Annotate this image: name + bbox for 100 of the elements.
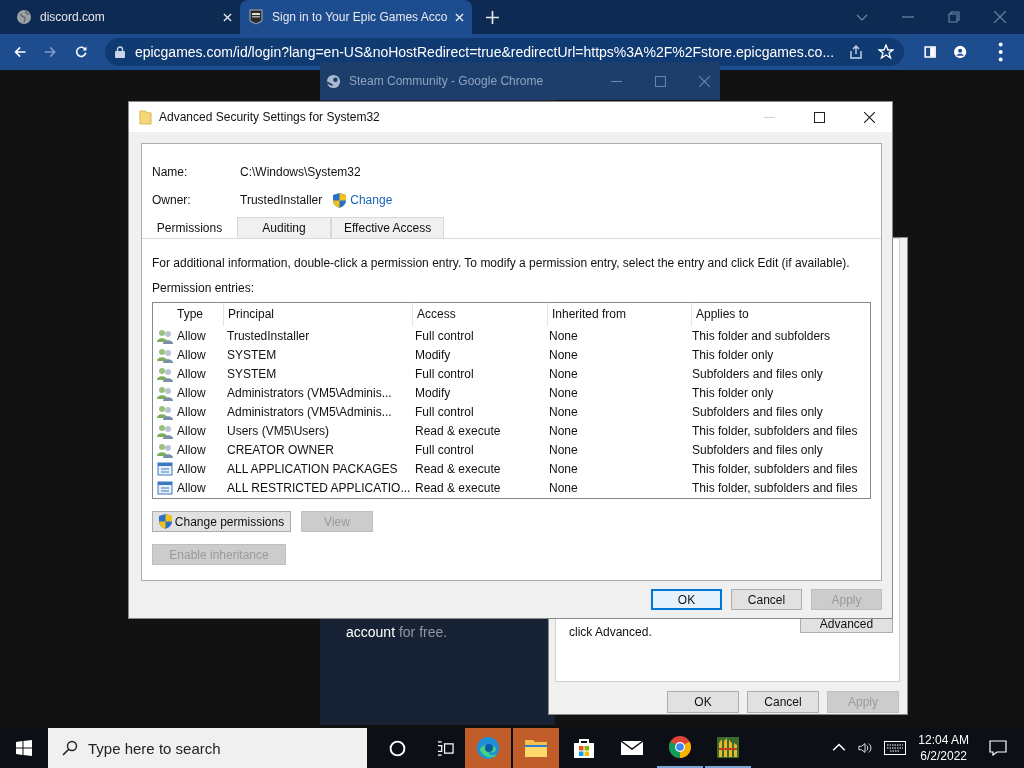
browser-tab[interactable]: discord.com bbox=[8, 0, 240, 34]
table-cell-text: None bbox=[549, 480, 579, 495]
window-title: Steam Community - Google Chrome bbox=[349, 74, 544, 88]
table-cell-text: None bbox=[549, 385, 579, 400]
table-cell-text: ALL APPLICATION PACKAGES bbox=[227, 461, 399, 476]
back-icon[interactable] bbox=[14, 44, 27, 60]
new-tab-icon[interactable] bbox=[486, 11, 499, 24]
table-cell-text: This folder, subfolders and files bbox=[692, 461, 859, 476]
table-cell-text: Subfolders and files only bbox=[692, 442, 824, 457]
lock-icon bbox=[114, 46, 125, 58]
dialog-button[interactable]: Cancel bbox=[747, 691, 819, 713]
table-cell-text: Allow bbox=[177, 347, 207, 362]
clock-time[interactable]: 12:04 AM bbox=[918, 732, 969, 748]
table-cell-text: None bbox=[549, 442, 579, 457]
dialog-button[interactable]: OK bbox=[667, 691, 739, 713]
table-cell-text: Allow bbox=[177, 366, 207, 381]
column-header[interactable]: Applies to bbox=[691, 303, 866, 326]
field-label: Owner: bbox=[152, 193, 192, 207]
action-button[interactable]: Change permissions bbox=[152, 511, 291, 532]
table-cell-text: SYSTEM bbox=[227, 347, 278, 362]
signup-text: account for free. bbox=[346, 624, 448, 640]
tab[interactable]: Auditing bbox=[237, 217, 331, 238]
address-bar[interactable]: epicgames.com/id/login?lang=en-US&noHostRedirect=true&redirectUrl=https%3A%2F%2Fstore.epicgames.co... bbox=[104, 38, 905, 66]
shopping-bag-icon bbox=[572, 736, 596, 760]
table-cell-text: Allow bbox=[177, 442, 207, 457]
table-cell-text: Modify bbox=[415, 385, 452, 400]
table-cell-text: None bbox=[549, 404, 579, 419]
star-icon[interactable] bbox=[878, 44, 895, 60]
hint-text: click Advanced. bbox=[569, 625, 652, 639]
dialog-button[interactable]: OK bbox=[651, 589, 722, 610]
task-view-icon[interactable] bbox=[437, 739, 454, 757]
logo-icon bbox=[326, 73, 341, 89]
table-cell-text: Allow bbox=[177, 461, 207, 476]
globe-icon bbox=[16, 9, 32, 25]
table-cell-text: SYSTEM bbox=[227, 366, 278, 381]
shield-icon bbox=[333, 192, 347, 208]
keyboard-icon[interactable] bbox=[884, 741, 907, 755]
table-cell-text: This folder only bbox=[692, 347, 775, 362]
table-cell-text: Allow bbox=[177, 423, 207, 438]
table-cell-text: ALL RESTRICTED APPLICATIO... bbox=[227, 480, 412, 495]
speaker-icon[interactable] bbox=[858, 741, 873, 755]
table-cell-text: Read & execute bbox=[415, 423, 502, 438]
table-cell-text: This folder and subfolders bbox=[692, 328, 832, 343]
table-cell-text: Users (VM5\Users) bbox=[227, 423, 330, 438]
window-title: Advanced Security Settings for System32 bbox=[159, 110, 380, 124]
notification-icon[interactable] bbox=[989, 740, 1007, 756]
browser-tab[interactable]: Sign in to Your Epic Games Acco bbox=[240, 0, 472, 34]
list-label: Permission entries: bbox=[152, 281, 256, 295]
field-value: C:\Windows\System32 bbox=[240, 165, 361, 179]
table-cell-text: Full control bbox=[415, 366, 475, 381]
reload-icon[interactable] bbox=[74, 44, 87, 60]
table-cell-text: Read & execute bbox=[415, 480, 502, 495]
sidebar-icon[interactable] bbox=[924, 44, 937, 60]
table-cell-text: Read & execute bbox=[415, 461, 502, 476]
table-cell-text: None bbox=[549, 423, 579, 438]
table-cell-text: This folder, subfolders and files bbox=[692, 480, 859, 495]
maximize-icon[interactable] bbox=[814, 111, 825, 123]
table-cell-text: Subfolders and files only bbox=[692, 366, 824, 381]
start-icon[interactable] bbox=[16, 740, 32, 756]
search-field[interactable]: Type here to search bbox=[48, 728, 367, 768]
table-cell-text: Allow bbox=[177, 385, 207, 400]
table-cell-text: Administrators (VM5\Adminis... bbox=[227, 404, 393, 419]
table-cell-text: Subfolders and files only bbox=[692, 404, 824, 419]
logo-icon bbox=[248, 9, 264, 25]
clock-date[interactable]: 6/2/2022 bbox=[920, 748, 967, 764]
table-cell-text: Full control bbox=[415, 328, 475, 343]
column-header[interactable]: Inherited from bbox=[547, 303, 695, 326]
table-cell-text: Allow bbox=[177, 480, 207, 495]
table-cell-text: Administrators (VM5\Adminis... bbox=[227, 385, 393, 400]
table-cell-text: This folder, subfolders and files bbox=[692, 423, 859, 438]
cortana-icon[interactable] bbox=[389, 739, 406, 757]
field-label: Name: bbox=[152, 165, 189, 179]
profile-icon[interactable] bbox=[954, 44, 967, 60]
table-cell-text: None bbox=[549, 328, 579, 343]
change-link[interactable]: Change bbox=[350, 193, 393, 207]
table-cell-text: Allow bbox=[177, 404, 207, 419]
table-cell-text: Allow bbox=[177, 328, 207, 343]
table-cell-text: Full control bbox=[415, 442, 475, 457]
share-icon[interactable] bbox=[848, 44, 865, 60]
folder-icon bbox=[139, 109, 152, 125]
field-value: TrustedInstaller bbox=[240, 193, 323, 207]
table-cell-text: None bbox=[549, 347, 579, 362]
restore-icon[interactable] bbox=[948, 11, 960, 23]
table-cell-text: Modify bbox=[415, 347, 452, 362]
column-header[interactable]: Principal bbox=[223, 303, 416, 326]
shield-icon bbox=[158, 514, 172, 529]
table-cell-text: TrustedInstaller bbox=[227, 328, 311, 343]
column-header[interactable]: Access bbox=[412, 303, 551, 326]
forward-icon[interactable] bbox=[44, 44, 57, 60]
dialog-button[interactable]: Cancel bbox=[731, 589, 802, 610]
search-icon bbox=[62, 740, 78, 756]
close-icon[interactable] bbox=[864, 111, 875, 123]
table-cell-text: Full control bbox=[415, 404, 475, 419]
table-cell-text: This folder only bbox=[692, 385, 775, 400]
table-cell-text: CREATOR OWNER bbox=[227, 442, 335, 457]
bars-logo-icon bbox=[716, 735, 740, 759]
wave-logo-icon bbox=[476, 736, 500, 760]
table-cell-text: None bbox=[549, 461, 579, 476]
info-text: For additional information, double-click a permission entry. To modify a permission entry, select the entry and click Edit (if available). bbox=[152, 256, 851, 270]
tab[interactable]: Effective Access bbox=[331, 217, 445, 238]
